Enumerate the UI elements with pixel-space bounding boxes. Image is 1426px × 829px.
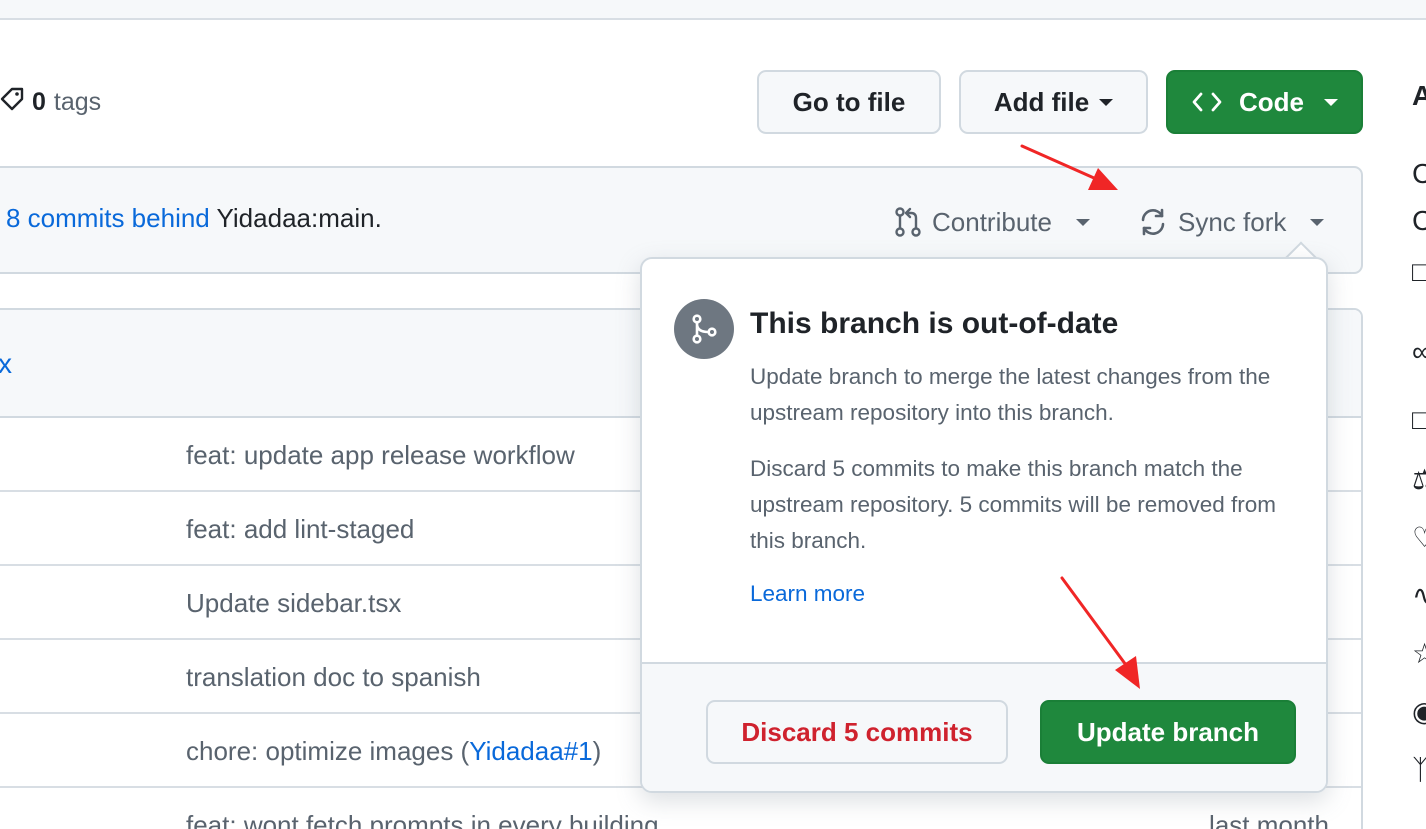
commits-behind-link[interactable]: 8 commits behind <box>6 203 210 233</box>
discard-commits-label: Discard 5 commits <box>741 716 973 747</box>
add-file-label: Add file <box>993 86 1090 117</box>
sync-fork-button[interactable]: Sync fork <box>1138 200 1325 244</box>
discard-description: Discard 5 commits to make this branch ma… <box>750 456 1276 553</box>
heart-icon[interactable]: ♡ <box>1412 524 1426 552</box>
book-icon[interactable]: □ <box>1412 406 1426 434</box>
about-text-fragment: C <box>1412 205 1426 236</box>
chevron-down-icon <box>1099 98 1114 106</box>
pull-request-icon <box>894 206 922 238</box>
commit-message[interactable]: chore: optimize images (Yidadaa#1) <box>186 736 601 767</box>
eye-icon[interactable]: ◉ <box>1412 698 1426 726</box>
code-button[interactable]: Code <box>1166 70 1363 134</box>
code-label: Code <box>1239 86 1304 117</box>
star-icon[interactable]: ☆ <box>1412 640 1426 668</box>
commit-date: last month <box>1209 810 1329 829</box>
commit-message[interactable]: translation doc to spanish <box>186 662 481 693</box>
archive-icon: □ <box>1412 256 1426 287</box>
tag-count: 0 <box>32 87 46 116</box>
contribute-button[interactable]: Contribute <box>894 200 1090 244</box>
about-text-fragment: C <box>1412 158 1426 189</box>
upstream-branch-label: Yidadaa:main. <box>216 203 382 233</box>
update-description: Update branch to merge the latest change… <box>750 364 1271 425</box>
fork-status-text: 8 commits behind Yidadaa:main. <box>6 203 382 234</box>
go-to-file-label: Go to file <box>792 86 906 117</box>
git-branch-icon <box>674 299 734 359</box>
update-branch-label: Update branch <box>1076 716 1260 747</box>
go-to-file-button[interactable]: Go to file <box>757 70 941 134</box>
issue-reference-link[interactable]: Yidadaa#1 <box>469 736 592 766</box>
code-icon <box>1191 90 1223 114</box>
learn-more-link[interactable]: Learn more <box>750 581 865 607</box>
header-link-fragment[interactable]: x <box>0 348 12 380</box>
discard-commits-button[interactable]: Discard 5 commits <box>706 700 1008 764</box>
add-file-button[interactable]: Add file <box>959 70 1148 134</box>
about-sidebar: A C C □ ∞ □ ⚖ ♡ ∿ ☆ ◉ ᛉ <box>1406 0 1426 829</box>
update-branch-button[interactable]: Update branch <box>1040 700 1296 764</box>
contribute-label: Contribute <box>932 206 1052 237</box>
tags-link[interactable]: 0 tags <box>0 84 101 120</box>
pulse-icon[interactable]: ∿ <box>1412 582 1426 610</box>
sync-fork-label: Sync fork <box>1178 206 1287 237</box>
tag-label: tags <box>53 87 102 116</box>
sync-icon <box>1138 207 1168 237</box>
table-row[interactable]: feat: wont fetch prompts in every buildi… <box>0 788 1361 829</box>
commit-message[interactable]: Update sidebar.tsx <box>186 588 401 619</box>
tag-icon <box>0 85 24 120</box>
repo-nav-strip <box>0 0 1426 20</box>
commit-message[interactable]: feat: update app release workflow <box>186 440 575 471</box>
about-heading-fragment: A <box>1412 80 1426 111</box>
chevron-down-icon <box>1324 98 1338 106</box>
chevron-down-icon <box>1075 218 1090 226</box>
link-icon[interactable]: ∞ <box>1412 338 1426 366</box>
fork-icon[interactable]: ᛉ <box>1412 756 1426 784</box>
chevron-down-icon <box>1310 218 1325 226</box>
commit-message-prefix: chore: optimize images ( <box>186 736 470 766</box>
popover-title: This branch is out-of-date <box>750 307 1119 340</box>
law-icon[interactable]: ⚖ <box>1412 466 1426 494</box>
commit-message-suffix: ) <box>592 736 602 766</box>
sync-fork-popover: This branch is out-of-date Update branch… <box>640 257 1328 793</box>
commit-message[interactable]: feat: wont fetch prompts in every buildi… <box>186 810 659 829</box>
popover-footer: Discard 5 commits Update branch <box>642 662 1326 791</box>
commit-message[interactable]: feat: add lint-staged <box>186 514 414 545</box>
